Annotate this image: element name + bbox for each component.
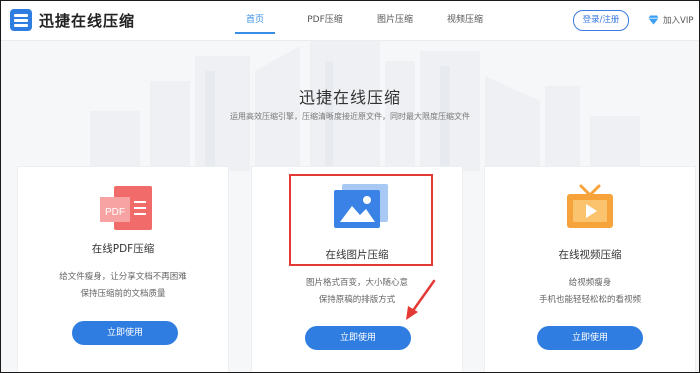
hero-section: 迅捷在线压缩 运用高效压缩引擎，压缩清晰度接近原文件，同时最大限度压缩文件	[0, 41, 700, 171]
card-desc-line2: 手机也能轻轻松松的看视频	[538, 295, 641, 305]
hero-title: 迅捷在线压缩	[298, 88, 401, 107]
card-title: 在线视频压缩	[558, 249, 622, 261]
nav-pdf-compress[interactable]: PDF压缩	[290, 0, 360, 40]
use-now-button[interactable]: 立即使用	[537, 326, 643, 350]
top-header: 迅捷在线压缩 首页 PDF压缩 图片压缩 视频压缩 登录/注册 加入VIP	[0, 0, 700, 41]
hero-subtitle: 运用高效压缩引擎，压缩清晰度接近原文件，同时最大限度压缩文件	[230, 112, 470, 121]
annotation-highlight-box	[289, 174, 433, 266]
card-title: 在线PDF压缩	[91, 243, 155, 255]
card-desc-line1: 给视频瘦身	[568, 278, 612, 288]
nav-image-compress[interactable]: 图片压缩	[360, 0, 430, 40]
pdf-icon-text: PDF	[105, 207, 125, 218]
vip-label: 加入VIP	[663, 16, 694, 26]
card-desc-line1: 给文件瘦身，让分享文档不再困难	[59, 272, 187, 282]
join-vip-link[interactable]: 加入VIP	[648, 14, 693, 26]
logo[interactable]: 迅捷在线压缩	[10, 9, 135, 31]
video-tv-icon	[567, 184, 613, 228]
pdf-icon: PDF	[100, 186, 152, 230]
video-compress-card: 在线视频压缩 给视频瘦身 手机也能轻轻松松的看视频 立即使用	[484, 166, 696, 373]
annotation-arrow	[406, 279, 436, 320]
nav-home[interactable]: 首页	[220, 0, 290, 40]
use-now-button[interactable]: 立即使用	[305, 326, 411, 350]
diamond-icon	[648, 15, 659, 25]
logo-text: 迅捷在线压缩	[39, 11, 136, 30]
main-nav: 首页 PDF压缩 图片压缩 视频压缩	[220, 0, 500, 40]
use-now-button[interactable]: 立即使用	[72, 321, 178, 345]
logo-icon	[10, 9, 32, 31]
nav-video-compress[interactable]: 视频压缩	[430, 0, 500, 40]
pdf-compress-card: PDF 在线PDF压缩 给文件瘦身，让分享文档不再困难 保持压缩前的文档质量 立…	[17, 166, 229, 373]
login-register-button[interactable]: 登录/注册	[573, 10, 629, 31]
card-desc-line2: 保持压缩前的文档质量	[80, 289, 166, 299]
